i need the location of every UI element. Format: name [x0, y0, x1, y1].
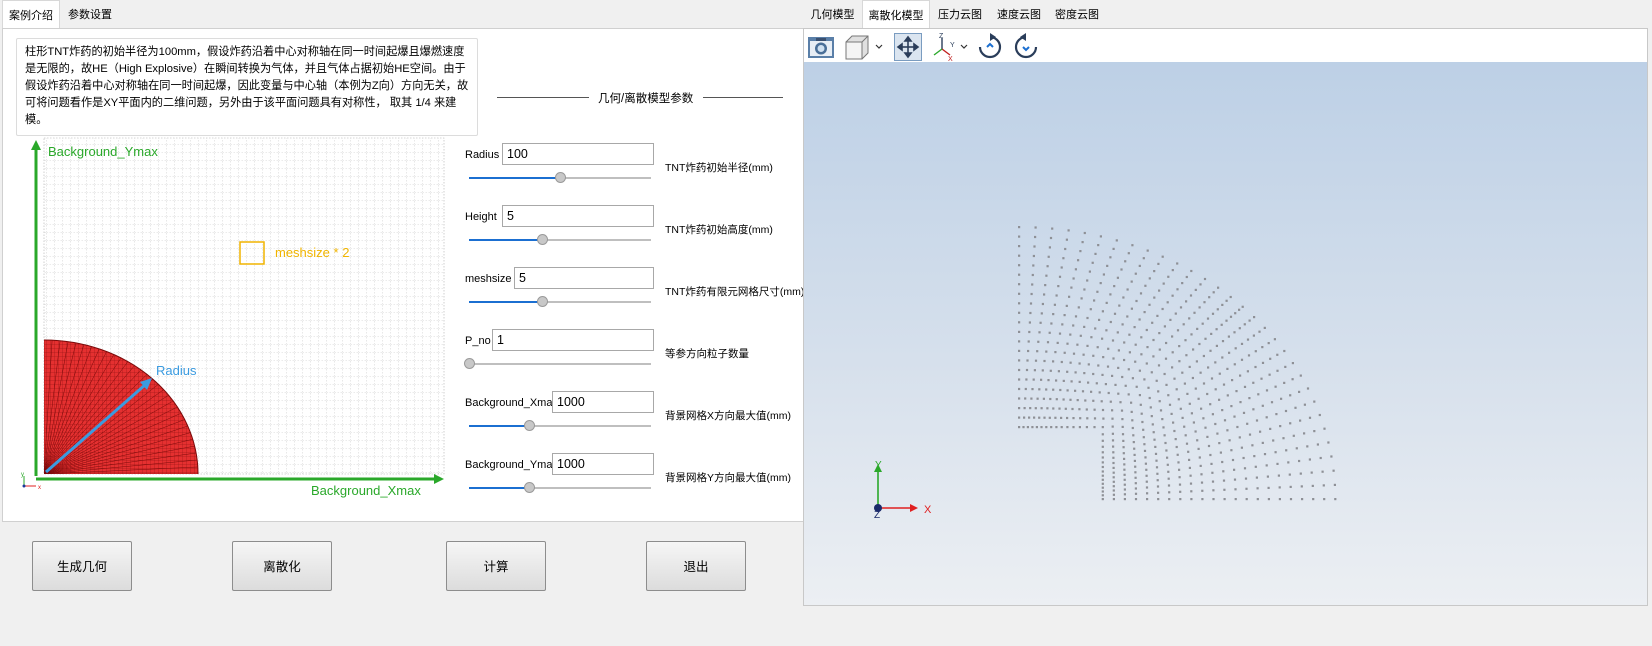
tab-param-settings[interactable]: 参数设置: [60, 0, 120, 28]
camera-icon[interactable]: [806, 33, 836, 61]
param-input-background-ymax[interactable]: [552, 453, 654, 475]
param-label: Background_Xmax: [465, 397, 558, 409]
radius-label: Radius: [156, 363, 197, 378]
param-description: TNT炸药初始高度(mm): [665, 224, 773, 236]
tab-discrete-model[interactable]: 离散化模型: [862, 0, 930, 28]
param-input-radius[interactable]: [502, 143, 654, 165]
param-slider[interactable]: [469, 482, 651, 494]
exit-button[interactable]: 退出: [646, 541, 746, 591]
param-input-background-xmax[interactable]: [552, 391, 654, 413]
compute-button[interactable]: 计算: [446, 541, 546, 591]
tab-density-contour[interactable]: 密度云图: [1048, 0, 1106, 28]
axes-icon[interactable]: ZY X: [930, 33, 972, 61]
param-input-height[interactable]: [502, 205, 654, 227]
param-label: Background_Ymax: [465, 459, 558, 471]
param-description: TNT炸药有限元网格尺寸(mm): [665, 286, 805, 298]
param-label: Height: [465, 211, 497, 223]
mini-axes-icon: y x: [21, 472, 41, 491]
param-input-meshsize[interactable]: [514, 267, 654, 289]
svg-text:y: y: [21, 472, 24, 478]
viewer-canvas[interactable]: Y X Z: [804, 62, 1647, 605]
xmax-label: Background_Xmax: [311, 483, 421, 498]
param-description: 背景网格Y方向最大值(mm): [665, 472, 791, 484]
param-slider[interactable]: [469, 420, 651, 432]
param-slider[interactable]: [469, 234, 651, 246]
param-slider[interactable]: [469, 296, 651, 308]
param-label: P_no: [465, 335, 491, 347]
geometry-diagram: Background_Ymax Background_Xmax meshsize…: [21, 137, 445, 498]
param-description: TNT炸药初始半径(mm): [665, 162, 773, 174]
param-label: meshsize: [465, 273, 512, 285]
discretize-button[interactable]: 离散化: [232, 541, 332, 591]
tab-case-intro[interactable]: 案例介绍: [2, 0, 60, 28]
param-description: 背景网格X方向最大值(mm): [665, 410, 791, 422]
svg-text:Y: Y: [875, 460, 882, 471]
rotate-cw-icon[interactable]: [976, 33, 1004, 61]
tab-pressure-contour[interactable]: 压力云图: [930, 0, 990, 28]
meshsize-label: meshsize * 2: [275, 245, 349, 260]
param-label: Radius: [465, 149, 500, 161]
case-description: 柱形TNT炸药的初始半径为100mm，假设炸药沿着中心对称轴在同一时间起爆且爆燃…: [16, 38, 478, 136]
view-cube-icon[interactable]: [843, 33, 887, 61]
params-title: 几何/离散模型参数: [598, 93, 694, 105]
svg-text:Z: Z: [939, 33, 944, 40]
params-title-line-right: [703, 97, 783, 98]
svg-text:X: X: [924, 504, 932, 516]
param-slider[interactable]: [464, 358, 651, 370]
params-title-line-left: [497, 97, 589, 98]
param-slider[interactable]: [469, 172, 651, 184]
tab-velocity-contour[interactable]: 速度云图: [990, 0, 1048, 28]
param-input-p-no[interactable]: [492, 329, 654, 351]
generate-geometry-button[interactable]: 生成几何: [32, 541, 132, 591]
viewer-axes-triad: Y X Z: [874, 460, 932, 521]
param-description: 等参方向粒子数量: [665, 348, 749, 360]
pan-icon[interactable]: [894, 33, 922, 61]
svg-text:X: X: [948, 56, 953, 61]
ymax-label: Background_Ymax: [48, 144, 158, 159]
svg-text:x: x: [38, 485, 41, 491]
tab-geometry-model[interactable]: 几何模型: [803, 0, 862, 28]
rotate-ccw-icon[interactable]: [1012, 33, 1040, 61]
svg-text:Y: Y: [950, 42, 955, 49]
svg-text:Z: Z: [874, 510, 880, 521]
